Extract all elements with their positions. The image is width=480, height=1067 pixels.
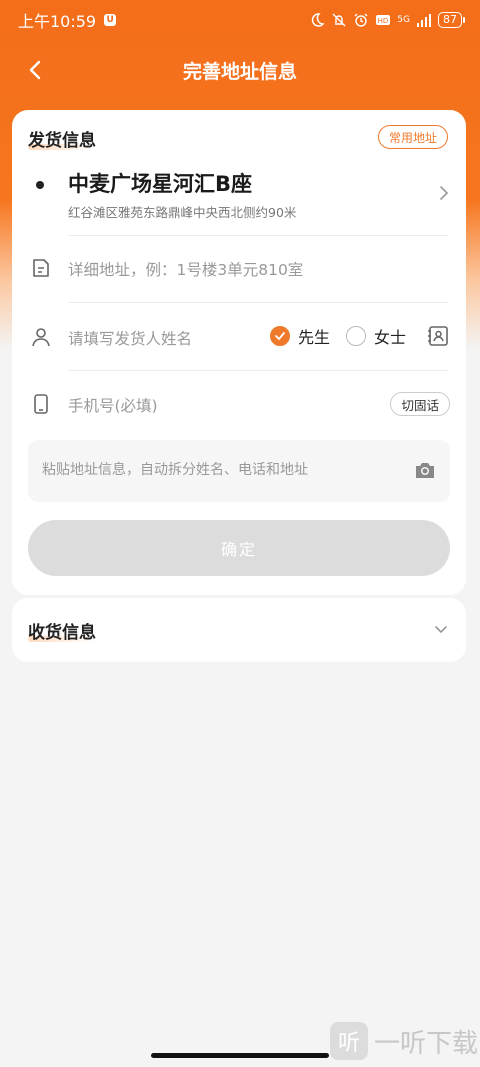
- paste-address-box[interactable]: 粘贴地址信息，自动拆分姓名、电话和地址: [28, 440, 450, 502]
- status-icons: HD 5G 87: [309, 12, 465, 28]
- common-address-button[interactable]: 常用地址: [377, 125, 448, 149]
- signal-icon: [417, 14, 431, 27]
- watermark-text: 一听下载: [373, 1028, 478, 1059]
- mute-icon: [332, 13, 346, 27]
- confirm-button[interactable]: 确定: [28, 520, 450, 576]
- sender-name-row: 请填写发货人姓名 先生 女士: [12, 305, 466, 371]
- divider: [68, 370, 448, 371]
- sender-section-title: 发货信息: [28, 126, 96, 151]
- person-icon: [32, 328, 50, 347]
- detail-address-input[interactable]: 详细地址，例：1号楼3单元810室: [68, 258, 303, 280]
- page-title: 完善地址信息: [182, 60, 297, 83]
- sender-title-text: 发货信息: [28, 131, 96, 151]
- chevron-right-icon: [440, 186, 449, 200]
- phone-icon: [34, 394, 48, 414]
- back-icon[interactable]: [22, 56, 50, 84]
- moon-icon: [312, 13, 325, 27]
- phone-row: 手机号(必填) 切固话: [12, 372, 466, 438]
- watermark: 听 一听下载: [329, 1022, 478, 1060]
- address-dot: [36, 181, 44, 189]
- address-selector[interactable]: 中麦广场星河汇B座 红谷滩区雅苑东路鼎峰中央西北侧约90米: [12, 162, 466, 234]
- network-type: 5G: [397, 15, 410, 25]
- chevron-down-icon[interactable]: [432, 620, 450, 638]
- sender-name-input[interactable]: 请填写发货人姓名: [68, 327, 192, 349]
- divider: [68, 302, 448, 303]
- gender-option-ms[interactable]: 女士: [345, 324, 406, 348]
- paste-address-input[interactable]: 粘贴地址信息，自动拆分姓名、电话和地址: [42, 459, 308, 479]
- radio-checked-icon: [269, 326, 290, 346]
- notification-badge: U: [104, 14, 117, 26]
- contacts-icon[interactable]: [426, 324, 450, 348]
- status-bar: 上午10:59 U HD 5G 87: [0, 0, 480, 40]
- gender-radio-group: 先生 女士: [269, 324, 406, 348]
- phone-input[interactable]: 手机号(必填): [68, 394, 158, 416]
- battery-indicator: 87: [438, 12, 465, 28]
- page-header: 完善地址信息: [0, 48, 480, 92]
- address-sub: 红谷滩区雅苑东路鼎峰中央西北侧约90米: [68, 205, 297, 220]
- watermark-logo: 听: [329, 1022, 368, 1060]
- document-icon: [33, 259, 49, 277]
- receiver-section-title: 收货信息: [28, 618, 96, 643]
- camera-icon[interactable]: [414, 460, 436, 480]
- address-main: 中麦广场星河汇B座: [68, 172, 253, 196]
- gender-label-ms: 女士: [373, 328, 406, 347]
- hd-icon: HD: [376, 15, 391, 25]
- landline-toggle-button[interactable]: 切固话: [390, 392, 450, 416]
- status-time: 上午10:59: [18, 12, 97, 31]
- radio-unchecked-icon: [345, 326, 366, 346]
- gender-option-mr[interactable]: 先生: [269, 324, 330, 348]
- svg-text:HD: HD: [378, 17, 389, 25]
- gender-label-mr: 先生: [297, 328, 330, 347]
- sender-card: 发货信息 常用地址 中麦广场星河汇B座 红谷滩区雅苑东路鼎峰中央西北侧约90米 …: [12, 110, 466, 595]
- status-left: 上午10:59 U: [18, 8, 117, 32]
- alarm-icon: [354, 13, 368, 27]
- receiver-card[interactable]: 收货信息: [12, 598, 466, 662]
- receiver-title-text: 收货信息: [28, 623, 96, 643]
- detail-address-row[interactable]: 详细地址，例：1号楼3单元810室: [12, 236, 466, 302]
- home-indicator[interactable]: [151, 1053, 329, 1058]
